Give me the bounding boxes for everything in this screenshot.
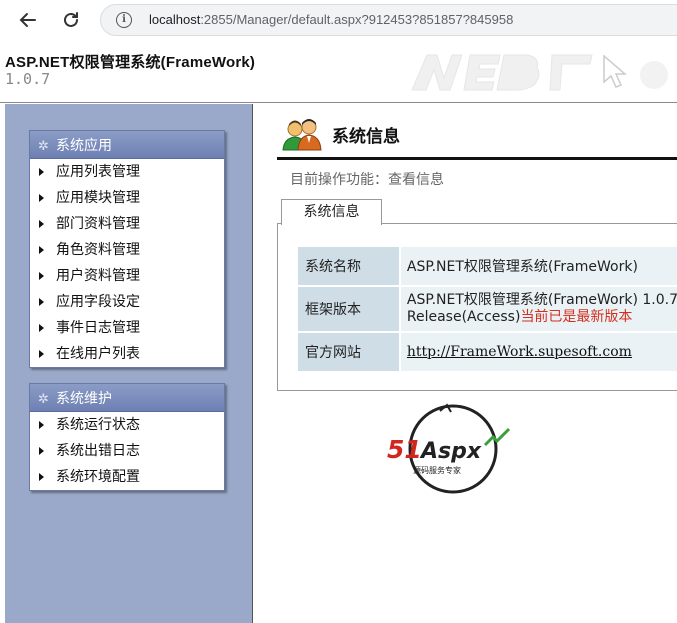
sidebar-item-label: 应用列表管理 — [56, 164, 140, 180]
51aspx-logo: 51 Aspx 源码服务专家 — [387, 403, 511, 494]
current-operation-text: 目前操作功能：查看信息 — [290, 172, 444, 188]
sidebar-item-label: 角色资料管理 — [56, 242, 140, 258]
sidebar-item-label: 用户资料管理 — [56, 268, 140, 284]
triangle-right-icon — [39, 246, 44, 254]
app-title: ASP.NET权限管理系统(FrameWork) — [5, 54, 256, 71]
triangle-right-icon — [39, 272, 44, 280]
triangle-right-icon — [39, 447, 44, 455]
sidebar-item-label: 系统运行状态 — [56, 417, 140, 433]
sidebar-item-label: 系统环境配置 — [56, 469, 140, 485]
app-header: ASP.NET权限管理系统(FrameWork) 1.0.7 — [0, 40, 677, 103]
sidebar-item-run-status[interactable]: 系统运行状态 — [30, 412, 224, 438]
release-type: Release(Access) — [406, 309, 521, 325]
sidebar-item-label: 应用字段设定 — [56, 294, 140, 310]
row-key: 官方网站 — [298, 333, 401, 371]
users-icon — [282, 119, 322, 151]
table-row: 官方网站 http://FrameWork.supesoft.com — [298, 333, 677, 371]
row-key: 框架版本 — [298, 287, 401, 331]
sidebar-item-label: 应用模块管理 — [56, 190, 140, 206]
address-bar[interactable]: i localhost:2855/Manager/default.aspx?91… — [100, 4, 677, 36]
menu-group-title: 系统维护 — [56, 391, 112, 407]
tab-system-info[interactable]: 系统信息 — [281, 199, 382, 225]
menu-group-system-maintenance: ✲ 系统维护 系统运行状态 系统出错日志 系统环境配置 — [29, 383, 225, 491]
svg-text:源码服务专家: 源码服务专家 — [413, 465, 461, 475]
menu-group-title: 系统应用 — [56, 138, 112, 154]
version-line: ASP.NET权限管理系统(FrameWork) 1.0.7 — [406, 292, 677, 308]
sidebar-item-event-log[interactable]: 事件日志管理 — [30, 315, 224, 341]
arrow-left-icon — [19, 13, 36, 27]
tab-panel: 系统名称 ASP.NET权限管理系统(FrameWork) 框架版本 ASP.N… — [277, 223, 677, 391]
sidebar-item-label: 部门资料管理 — [56, 216, 140, 232]
triangle-right-icon — [39, 421, 44, 429]
app-version: 1.0.7 — [5, 70, 51, 88]
triangle-right-icon — [39, 473, 44, 481]
sparkle-icon: ✲ — [38, 392, 49, 407]
url-host: localhost — [149, 12, 201, 27]
sidebar-item-departments[interactable]: 部门资料管理 — [30, 211, 224, 237]
triangle-right-icon — [39, 324, 44, 332]
row-key: 系统名称 — [298, 247, 401, 285]
sidebar-item-app-list[interactable]: 应用列表管理 — [30, 159, 224, 185]
back-button[interactable] — [14, 6, 42, 34]
row-value: ASP.NET权限管理系统(FrameWork) — [400, 247, 677, 285]
svg-text:Aspx: Aspx — [419, 439, 482, 464]
row-value: http://FrameWork.supesoft.com — [400, 333, 677, 371]
row-value: ASP.NET权限管理系统(FrameWork) 1.0.7 Release(A… — [400, 287, 677, 331]
sidebar: ✲ 系统应用 应用列表管理 应用模块管理 部门资料管理 角色资料管理 用户资料管… — [5, 104, 253, 623]
header-watermark-graphic — [392, 40, 672, 102]
system-info-table: 系统名称 ASP.NET权限管理系统(FrameWork) 框架版本 ASP.N… — [298, 245, 677, 373]
main-content: 系统信息 目前操作功能：查看信息 系统信息 系统名称 ASP.NET权限管理系统… — [277, 104, 677, 623]
sidebar-item-app-modules[interactable]: 应用模块管理 — [30, 185, 224, 211]
page-title: 系统信息 — [332, 127, 400, 147]
sidebar-item-label: 在线用户列表 — [56, 346, 140, 362]
menu-group-header[interactable]: ✲ 系统应用 — [30, 131, 224, 159]
table-row: 框架版本 ASP.NET权限管理系统(FrameWork) 1.0.7 Rele… — [298, 287, 677, 331]
info-icon[interactable]: i — [116, 12, 132, 28]
url-path: :2855/Manager/default.aspx?912453?851857… — [200, 12, 514, 27]
triangle-right-icon — [39, 194, 44, 202]
sidebar-item-error-log[interactable]: 系统出错日志 — [30, 438, 224, 464]
triangle-right-icon — [39, 168, 44, 176]
update-status: 当前已是最新版本 — [520, 309, 633, 325]
browser-toolbar: i localhost:2855/Manager/default.aspx?91… — [0, 0, 677, 40]
sidebar-item-online-users[interactable]: 在线用户列表 — [30, 341, 224, 367]
url-text[interactable]: localhost:2855/Manager/default.aspx?9124… — [149, 12, 513, 27]
reload-icon — [64, 12, 78, 27]
menu-group-system-apps: ✲ 系统应用 应用列表管理 应用模块管理 部门资料管理 角色资料管理 用户资料管… — [29, 130, 225, 368]
sidebar-item-label: 系统出错日志 — [56, 443, 140, 459]
official-site-link[interactable]: http://FrameWork.supesoft.com — [407, 344, 632, 360]
sidebar-item-label: 事件日志管理 — [56, 320, 140, 336]
triangle-right-icon — [39, 220, 44, 228]
sparkle-icon: ✲ — [38, 139, 49, 154]
sidebar-item-env-config[interactable]: 系统环境配置 — [30, 464, 224, 490]
sidebar-item-users[interactable]: 用户资料管理 — [30, 263, 224, 289]
page-header: 系统信息 — [277, 116, 677, 160]
table-row: 系统名称 ASP.NET权限管理系统(FrameWork) — [298, 247, 677, 285]
triangle-right-icon — [39, 298, 44, 306]
sidebar-item-fields[interactable]: 应用字段设定 — [30, 289, 224, 315]
sidebar-item-roles[interactable]: 角色资料管理 — [30, 237, 224, 263]
svg-text:51: 51 — [387, 435, 422, 464]
triangle-right-icon — [39, 350, 44, 358]
menu-group-header[interactable]: ✲ 系统维护 — [30, 384, 224, 412]
reload-button[interactable] — [57, 6, 85, 34]
release-line: Release(Access)当前已是最新版本 — [407, 309, 677, 326]
